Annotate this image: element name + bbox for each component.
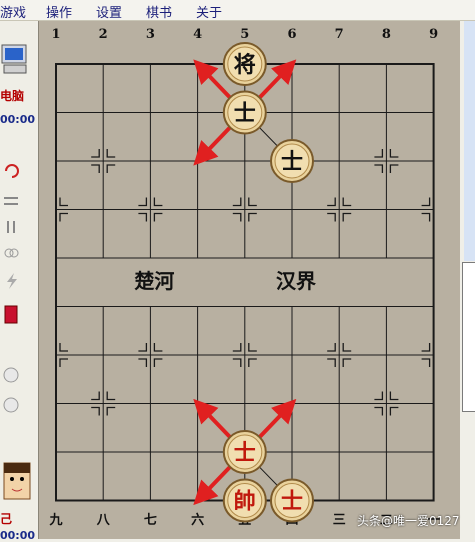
file-label-top: 2 — [99, 27, 108, 42]
position-marker — [421, 212, 431, 222]
position-marker — [421, 358, 431, 367]
position-marker — [153, 212, 163, 222]
file-label-top: 7 — [335, 27, 344, 42]
position-marker — [59, 212, 68, 222]
position-marker — [389, 164, 399, 173]
position-marker — [106, 406, 116, 416]
file-label-top: 5 — [240, 27, 249, 42]
position-marker — [327, 197, 336, 207]
red-general-piece[interactable]: 帥 — [222, 478, 267, 523]
position-marker — [374, 149, 384, 158]
position-marker — [232, 343, 242, 352]
position-marker — [232, 197, 242, 207]
position-marker — [248, 212, 257, 222]
position-marker — [248, 197, 257, 207]
position-marker — [389, 149, 399, 158]
file-label-bottom: 八 — [96, 513, 111, 528]
file-label-top: 8 — [382, 27, 391, 42]
position-marker — [421, 197, 431, 207]
position-marker — [91, 406, 100, 416]
position-marker — [232, 212, 242, 222]
red-advisor-1-piece[interactable]: 士 — [222, 430, 267, 474]
position-marker — [389, 406, 399, 416]
position-marker — [91, 164, 100, 173]
file-label-top: 4 — [193, 27, 202, 42]
position-marker — [153, 358, 163, 367]
position-marker — [232, 358, 242, 367]
position-marker — [342, 343, 352, 352]
piece-label: 士 — [281, 149, 303, 175]
river-right-text: 汉界 — [276, 269, 316, 293]
position-marker — [138, 197, 148, 207]
position-marker — [106, 391, 116, 401]
position-marker — [374, 164, 384, 173]
position-marker — [91, 391, 100, 401]
move-arrow — [193, 398, 235, 442]
position-marker — [248, 343, 257, 352]
position-marker — [342, 358, 352, 367]
position-marker — [138, 358, 148, 367]
position-marker — [327, 212, 336, 222]
position-marker — [153, 343, 163, 352]
position-marker — [106, 149, 116, 158]
file-label-top: 9 — [429, 27, 438, 42]
move-arrow — [193, 123, 235, 166]
black-general-piece[interactable]: 将 — [222, 42, 267, 86]
black-advisor-2-piece[interactable]: 士 — [270, 139, 314, 183]
position-marker — [327, 358, 336, 367]
position-marker — [327, 343, 336, 352]
piece-label: 将 — [234, 52, 256, 78]
position-marker — [374, 406, 384, 416]
position-marker — [138, 212, 148, 222]
position-marker — [342, 197, 352, 207]
position-marker — [91, 149, 100, 158]
position-marker — [59, 197, 68, 207]
piece-label: 士 — [281, 489, 303, 515]
piece-label: 帥 — [234, 489, 256, 515]
file-label-bottom: 六 — [191, 512, 204, 528]
file-label-bottom: 七 — [144, 513, 157, 528]
file-label-top: 1 — [51, 27, 60, 42]
file-label-top: 6 — [287, 27, 296, 42]
position-marker — [342, 212, 352, 222]
position-marker — [153, 197, 163, 207]
black-advisor-1-piece[interactable]: 士 — [222, 90, 267, 135]
red-advisor-2-piece[interactable]: 士 — [270, 478, 314, 523]
file-label-bottom: 九 — [48, 513, 62, 528]
position-marker — [59, 358, 68, 367]
piece-label: 士 — [234, 101, 256, 127]
position-marker — [374, 391, 384, 401]
river-left-text: 楚河 — [134, 269, 174, 293]
position-marker — [106, 164, 116, 173]
position-marker — [138, 343, 148, 352]
position-marker — [59, 343, 68, 352]
file-label-top: 3 — [146, 27, 155, 42]
move-arrow — [255, 398, 297, 442]
piece-label: 士 — [234, 440, 256, 466]
chess-board[interactable]: 123456789九八七六五四三二一楚河汉界将士士士帥士 — [0, 0, 475, 539]
watermark: 头条@唯一爱0127 — [357, 514, 460, 528]
position-marker — [248, 358, 257, 367]
file-label-bottom: 三 — [333, 513, 346, 528]
position-marker — [389, 391, 399, 401]
position-marker — [421, 343, 431, 352]
